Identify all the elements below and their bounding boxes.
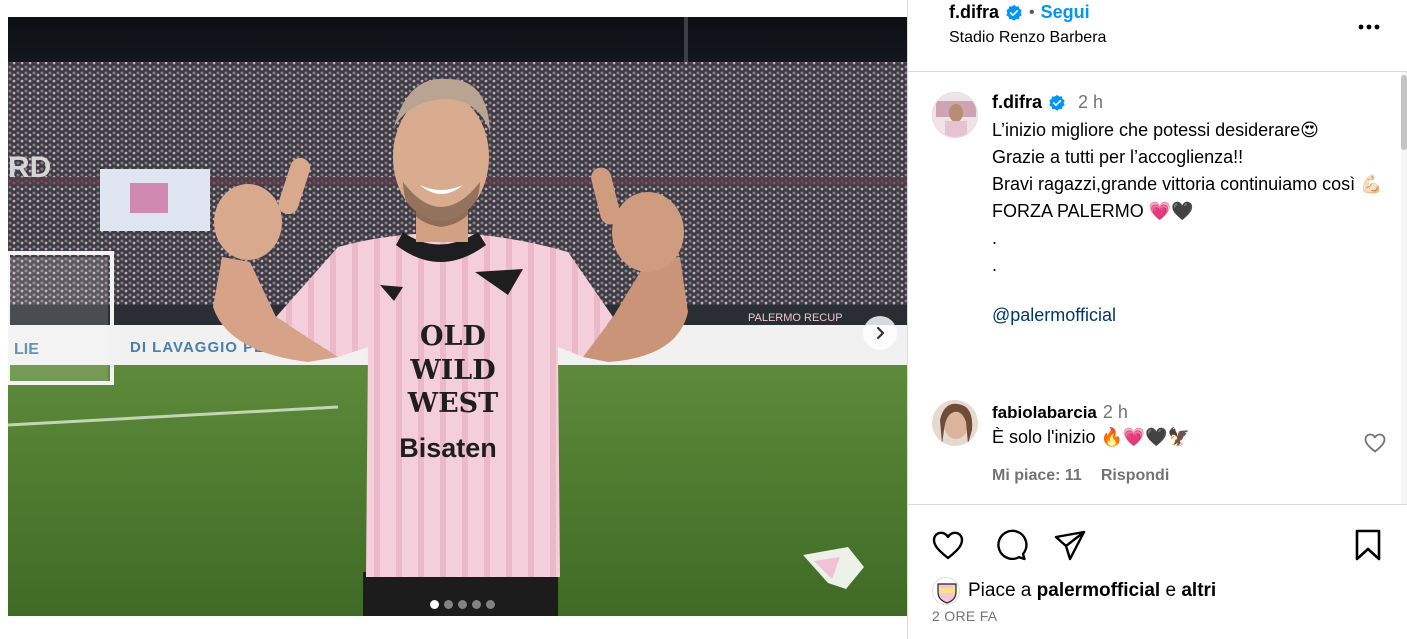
comments-panel: f.difra 2 h L’inizio migliore che potess… (908, 72, 1407, 504)
carousel-dot (458, 600, 467, 609)
post-photo[interactable]: RD LIE DI LAVAGGIO PER LAVAS PALERMO REC… (8, 17, 907, 616)
heart-icon[interactable] (930, 527, 966, 563)
comment-likes-count[interactable]: Mi piace: 11 (992, 467, 1082, 485)
post-image: RD LIE DI LAVAGGIO PER LAVAS PALERMO REC… (8, 17, 907, 616)
caption-username[interactable]: f.difra (992, 92, 1042, 113)
liked-by-others[interactable]: altri (1181, 580, 1216, 601)
jersey-text-4: Bisaten (399, 433, 497, 463)
carousel-dot (486, 600, 495, 609)
jersey-text-3: WEST (407, 388, 499, 419)
bookmark-icon[interactable] (1350, 527, 1386, 563)
header-user-row: f.difra • Segui (949, 2, 1090, 23)
post-date[interactable]: 2 ORE FA (932, 608, 997, 624)
verified-badge-icon (1049, 94, 1065, 111)
verified-badge-icon (1006, 4, 1022, 21)
follow-button[interactable]: Segui (1041, 2, 1090, 23)
liked-by-row: Piace a palermofficial e altri (932, 577, 1216, 605)
carousel-dot (472, 600, 481, 609)
comments-scrollbar-thumb[interactable] (1401, 75, 1407, 150)
jersey-text-2: WILD (409, 355, 495, 386)
instagram-post-view: RD LIE DI LAVAGGIO PER LAVAS PALERMO REC… (0, 0, 1407, 639)
paper-plane-icon[interactable] (1052, 527, 1088, 563)
comment-like-heart-icon[interactable] (1363, 431, 1387, 455)
comment-header: fabiolabarcia 2 h (992, 402, 1128, 423)
header-separator: • (1029, 3, 1035, 21)
comment-bubble-icon[interactable] (992, 527, 1028, 563)
carousel-indicator (430, 600, 495, 609)
author-avatar[interactable] (932, 92, 978, 138)
liked-by-avatar[interactable] (932, 577, 960, 605)
caption-mention-link[interactable]: @palermofficial (992, 305, 1116, 326)
comment-reply-button[interactable]: Rispondi (1101, 467, 1169, 485)
stand-lettering: RD (8, 151, 51, 184)
post-actions: Piace a palermofficial e altri 2 ORE FA (908, 504, 1407, 639)
board-text-right: PALERMO RECUP (748, 312, 843, 324)
carousel-dot (444, 600, 453, 609)
caption-time: 2 h (1078, 92, 1104, 112)
more-options-icon[interactable] (1356, 14, 1382, 40)
header-username[interactable]: f.difra (949, 2, 999, 23)
carousel-dot (430, 600, 439, 609)
comment-time: 2 h (1102, 402, 1128, 422)
liked-by-joiner: e (1165, 580, 1177, 601)
comment-username[interactable]: fabiolabarcia (992, 403, 1097, 423)
next-slide-button[interactable] (863, 316, 897, 350)
chevron-right-icon (876, 326, 885, 340)
liked-by-prefix: Piace a (968, 580, 1032, 601)
post-header: f.difra • Segui Stadio Renzo Barbera (908, 0, 1407, 72)
caption-text: L’inizio migliore che potessi desiderare… (992, 120, 1383, 275)
comment-meta: Mi piace: 11 Rispondi (992, 467, 1169, 485)
post-location[interactable]: Stadio Renzo Barbera (949, 29, 1106, 47)
liked-by-user[interactable]: palermofficial (1037, 580, 1161, 601)
caption-header: f.difra 2 h (992, 92, 1103, 113)
commenter-avatar[interactable] (932, 400, 978, 446)
comment-text: È solo l'inizio 🔥💗🖤🦅 (992, 427, 1191, 447)
jersey-text-1: OLD (420, 321, 486, 352)
